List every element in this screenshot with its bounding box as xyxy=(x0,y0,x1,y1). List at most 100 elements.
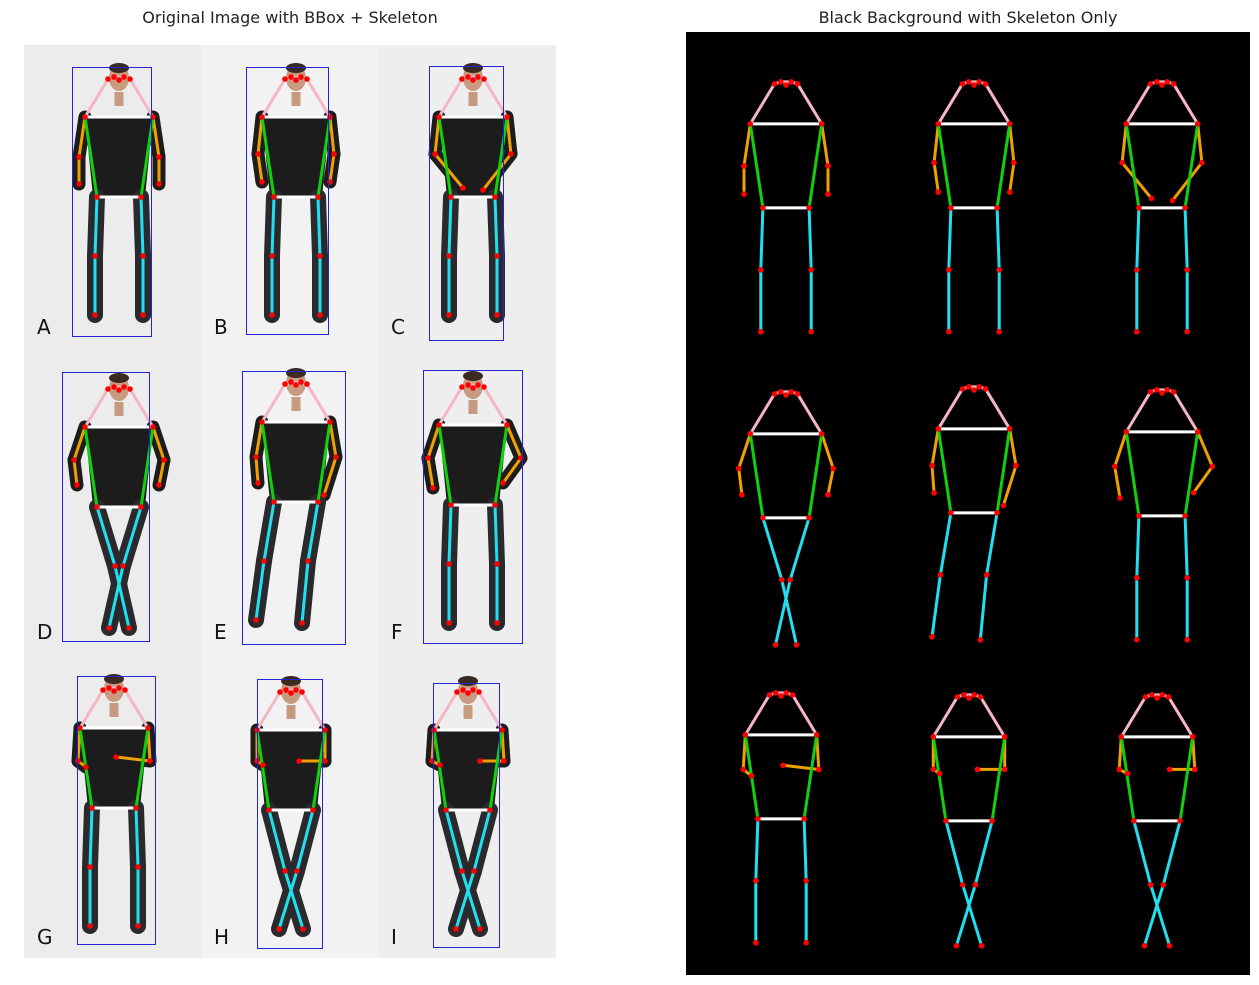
keypoint-rWr xyxy=(1000,502,1007,509)
skeleton-bone-lSh-lHip xyxy=(748,432,765,520)
skeleton-bone-lHip-lKn xyxy=(1135,206,1141,272)
keypoint-lWr xyxy=(741,191,747,197)
keypoint-rAn xyxy=(772,642,779,648)
skeleton-bone-rEar-rSh xyxy=(984,387,1012,431)
keypoint-lHip xyxy=(755,816,761,822)
keypoint-rSh xyxy=(818,121,825,127)
skeleton-bone-rEar-rSh xyxy=(796,82,824,126)
keypoint-rEar xyxy=(794,81,801,87)
keypoint-rAn xyxy=(1184,328,1190,335)
skeleton-bone-lEar-lSh xyxy=(1119,695,1147,739)
keypoint-nose xyxy=(778,693,784,699)
keypoint-rEl xyxy=(322,758,328,764)
skeleton-bone-rSh-rEl xyxy=(1196,430,1214,468)
keypoint-lEar xyxy=(1147,389,1154,395)
keypoint-lHip xyxy=(1136,205,1142,211)
keypoint-rAn xyxy=(996,328,1002,335)
keypoint-rHip xyxy=(994,510,1000,516)
photo-cell-d: D xyxy=(24,350,201,655)
skeleton-cell-i xyxy=(1062,652,1250,957)
keypoint-rEye xyxy=(783,690,790,696)
keypoint-lAn xyxy=(946,328,952,335)
keypoint-rEye xyxy=(1159,692,1166,698)
keypoint-lAn xyxy=(929,633,935,640)
skeleton-only xyxy=(741,79,831,335)
keypoint-lWr xyxy=(935,189,942,195)
skeleton-bone-rHip-rKn xyxy=(1161,819,1182,887)
keypoint-nose xyxy=(971,82,977,88)
skeleton-bone-lSh-lHip xyxy=(1124,430,1141,518)
skeleton-bone-rHip-rKn xyxy=(1183,206,1189,272)
bounding-box xyxy=(423,370,523,644)
skeleton-cell-g xyxy=(686,652,874,957)
keypoint-rEl xyxy=(825,163,831,169)
keypoint-lKn xyxy=(946,267,952,273)
keypoint-lSh xyxy=(1118,734,1125,740)
bounding-box xyxy=(77,676,156,945)
keypoint-rEar xyxy=(794,391,801,397)
keypoint-lWr xyxy=(936,770,943,777)
keypoint-rEl xyxy=(1001,766,1008,773)
photo-cell-a: A xyxy=(24,45,201,350)
keypoint-rKn xyxy=(808,267,814,273)
keypoint-lAn xyxy=(1134,636,1140,643)
keypoint-lEl xyxy=(1116,766,1122,773)
keypoint-lEar xyxy=(1147,81,1154,87)
keypoint-rEl xyxy=(830,465,837,472)
bounding-box xyxy=(242,371,346,645)
bounding-box xyxy=(246,67,329,335)
skeleton-cell-h xyxy=(874,652,1062,957)
skeleton-bone-rEar-rSh xyxy=(796,392,824,436)
keypoint-rAn xyxy=(1184,636,1190,643)
keypoint-rEar xyxy=(1170,81,1177,87)
skeleton-only xyxy=(931,79,1017,335)
photo-cell-i: I xyxy=(378,655,555,958)
skeleton-bone-rHip-rKn xyxy=(973,819,994,887)
keypoint-lHip xyxy=(760,205,766,211)
keypoint-rAn xyxy=(977,637,984,643)
keypoint-rEl xyxy=(1199,159,1205,166)
keypoint-rKn xyxy=(1184,575,1190,581)
keypoint-rAn xyxy=(1141,943,1148,949)
keypoint-rEl xyxy=(1013,462,1019,469)
skeleton-bone-lSh-lHip xyxy=(748,122,765,210)
skeleton-bone-rEar-rSh xyxy=(791,693,819,737)
keypoint-rEar xyxy=(1170,389,1177,395)
keypoint-rSh xyxy=(813,732,820,738)
skeleton-bone-lEar-lSh xyxy=(936,387,964,431)
keypoint-rWr xyxy=(974,766,981,773)
skeleton-bone-lEl-lWr xyxy=(930,464,936,495)
skeleton-only xyxy=(929,384,1019,643)
keypoint-lAn xyxy=(753,939,759,946)
skeleton-bone-lEar-lSh xyxy=(931,695,959,739)
skeleton-bone-rEar-rSh xyxy=(1172,390,1200,434)
skeleton-only xyxy=(735,389,837,648)
keypoint-lKn xyxy=(1147,882,1154,888)
keypoint-lHip xyxy=(1136,513,1142,519)
skeleton-bone-rSh-rEl xyxy=(1008,427,1018,468)
keypoint-rEl xyxy=(331,151,337,157)
keypoint-lAn xyxy=(1166,943,1173,949)
skeleton-bone-rHip-rKn xyxy=(1183,514,1189,580)
skeleton-bone-lEar-lSh xyxy=(1124,390,1152,434)
skeleton-bone-lKn-lAn xyxy=(930,573,942,639)
keypoint-lEye xyxy=(1153,387,1160,393)
skeleton-bone-lHip-lKn xyxy=(759,206,765,272)
keypoint-rEl xyxy=(1011,159,1017,166)
keypoint-lWr xyxy=(748,773,755,779)
keypoint-nose xyxy=(1159,390,1165,396)
skeleton-bone-lHip-lKn xyxy=(761,516,784,582)
keypoint-rWr xyxy=(825,491,831,498)
skeleton-only xyxy=(1119,79,1205,335)
skeleton-bone-lSh-lHip xyxy=(936,427,953,515)
keypoint-lWr xyxy=(1117,495,1123,501)
keypoint-lKn xyxy=(937,572,944,578)
keypoint-rSh xyxy=(1194,429,1201,435)
keypoint-rKn xyxy=(787,577,793,583)
keypoint-rWr xyxy=(156,482,162,488)
keypoint-lWr xyxy=(1148,195,1155,202)
skeleton-bone-lEar-lSh xyxy=(748,82,776,126)
keypoint-rKn xyxy=(983,572,990,578)
keypoint-lEl xyxy=(740,766,746,773)
skeleton-only xyxy=(930,692,1008,949)
